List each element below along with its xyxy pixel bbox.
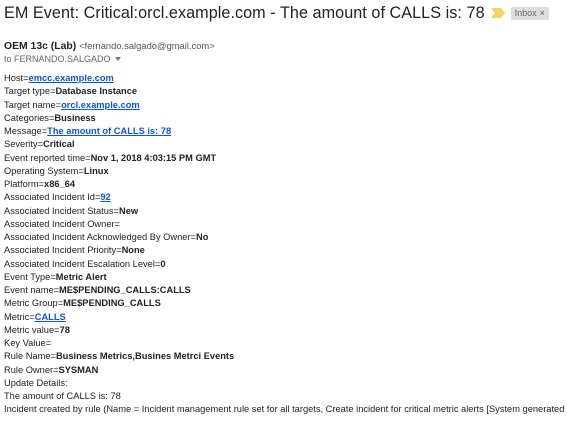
line-metric-group: Metric Group=ME$PENDING_CALLS (4, 298, 161, 309)
line-message: Message=The amount of CALLS is: 78 (4, 126, 172, 136)
line-event-type: Event Type=Metric Alert (4, 271, 107, 282)
recipient-text: to FERNANDO.SALGADO (4, 54, 111, 64)
email-subject: EM Event: Critical:orcl.example.com - Th… (4, 3, 485, 22)
chevron-down-icon[interactable] (114, 57, 121, 61)
subject-row: EM Event: Critical:orcl.example.com - Th… (4, 2, 549, 24)
line-metric-value: Metric value=78 (4, 324, 70, 335)
recipient-row[interactable]: to FERNANDO.SALGADO (4, 54, 121, 64)
sender-name: OEM 13c (Lab) (4, 41, 77, 52)
line-key-value: Key Value= (4, 338, 52, 348)
line-rule-name: Rule Name=Business Metrics,Busines Metrc… (4, 351, 235, 362)
line-severity: Severity=Critical (4, 139, 75, 150)
line-target-type: Target type=Database Instance (4, 86, 138, 97)
metric-link[interactable]: CALLS (35, 312, 66, 322)
line-reported-time: Event reported time=Nov 1, 2018 4:03:15 … (4, 152, 217, 163)
line-incident-id: Associated Incident Id=92 (4, 192, 111, 203)
line-categories: Categories=Business (4, 112, 96, 123)
line-metric: Metric=CALLS (4, 311, 66, 322)
line-incident-status: Associated Incident Status=New (4, 205, 139, 216)
line-incident-owner: Associated Incident Owner= (4, 218, 121, 229)
remove-label-icon[interactable]: × (540, 8, 545, 19)
host-link[interactable]: emcc.example.com (29, 73, 114, 83)
importance-marker-icon[interactable] (490, 8, 505, 18)
sender-email: <fernando.salgado@gmail.com> (79, 40, 215, 51)
line-platform: Platform=x86_64 (4, 179, 76, 189)
line-update-text: The amount of CALLS is: 78 (4, 391, 121, 401)
inbox-label-chip[interactable]: Inbox × (510, 6, 549, 20)
line-rule-owner: Rule Owner=SYSMAN (4, 364, 99, 375)
line-incident-escalation: Associated Incident Escalation Level=0 (4, 258, 166, 269)
line-incident-ack: Associated Incident Acknowledged By Owne… (4, 232, 209, 242)
line-incident-priority: Associated Incident Priority=None (4, 245, 145, 256)
line-host: Host=emcc.example.com (4, 73, 114, 83)
target-name-link[interactable]: orcl.example.com (61, 100, 140, 110)
sender-row: OEM 13c (Lab) <fernando.salgado@gmail.co… (4, 40, 215, 52)
line-update-details: Update Details: (4, 377, 68, 388)
message-link[interactable]: The amount of CALLS is: 78 (47, 126, 171, 136)
inbox-label-text: Inbox (514, 7, 537, 18)
line-os: Operating System=Linux (4, 165, 109, 176)
line-target-name: Target name=orcl.example.com (4, 99, 140, 110)
line-event-name: Event name=ME$PENDING_CALLS:CALLS (4, 285, 191, 295)
message-body: Host=emcc.example.com Target type=Databa… (4, 72, 567, 417)
incident-id-link[interactable]: 92 (100, 192, 110, 202)
line-incident-created: Incident created by rule (Name = Inciden… (4, 404, 567, 415)
